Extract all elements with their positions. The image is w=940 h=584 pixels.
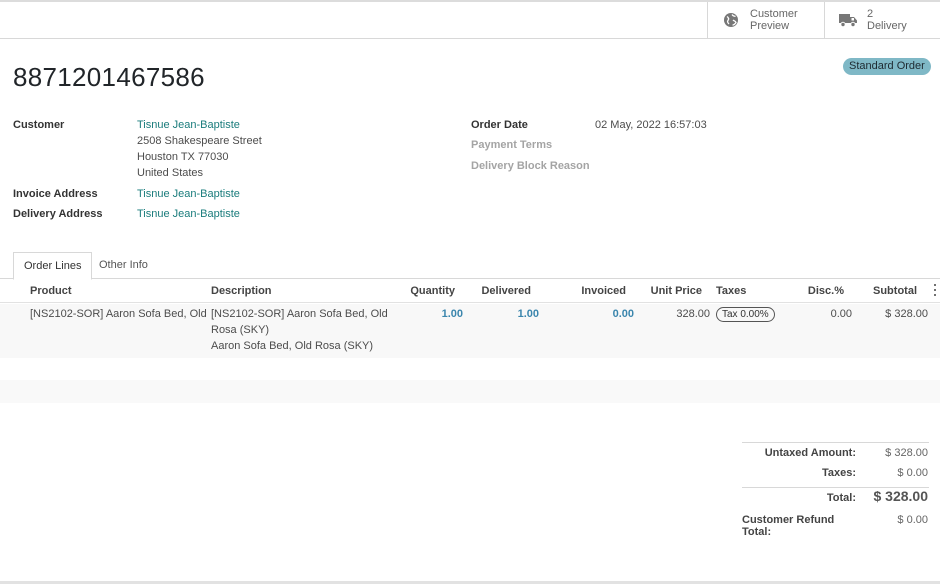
row-description-line1[interactable]: [NS2102-SOR] Aaron Sofa Bed, Old <box>211 306 388 322</box>
preview-label-line2: Preview <box>750 20 790 32</box>
row-delivered[interactable]: 1.00 <box>470 306 539 322</box>
taxes-label: Taxes: <box>821 467 856 479</box>
preview-label-line1: Customer <box>750 8 798 20</box>
globe-icon <box>721 10 741 30</box>
invoice-address-label: Invoice Address <box>13 188 98 200</box>
order-number: 8871201467586 <box>13 62 205 92</box>
delivery-address-label: Delivery Address <box>13 208 103 220</box>
row-unit-price[interactable]: 328.00 <box>640 306 710 322</box>
untaxed-amount-label: Untaxed Amount: <box>764 447 856 459</box>
delivery-count: 2 <box>867 8 874 20</box>
row-quantity[interactable]: 1.00 <box>400 306 463 322</box>
customer-refund-value: $ 0.00 <box>897 514 928 526</box>
order-date-value: 02 May, 2022 16:57:03 <box>595 119 707 131</box>
customer-preview-label: Customer Preview <box>750 8 798 32</box>
smart-button-bar: Customer Preview 2 Delivery <box>0 2 940 39</box>
col-product[interactable]: Product <box>30 285 72 297</box>
col-delivered[interactable]: Delivered <box>470 285 531 297</box>
column-options-icon[interactable] <box>933 284 937 296</box>
delivery-button[interactable]: 2 Delivery <box>824 2 940 38</box>
customer-label: Customer <box>13 119 65 131</box>
customer-preview-button[interactable]: Customer Preview <box>707 2 825 38</box>
order-date-label: Order Date <box>471 119 528 131</box>
row-product[interactable]: [NS2102-SOR] Aaron Sofa Bed, Old… <box>30 306 206 322</box>
tab-order-lines[interactable]: Order Lines <box>13 252 93 280</box>
customer-address-line3: United States <box>137 167 204 179</box>
total-value: $ 328.00 <box>873 488 929 504</box>
payment-terms-label: Payment Terms <box>471 139 553 151</box>
col-disc[interactable]: Disc.% <box>800 285 844 297</box>
invoice-address-link[interactable]: Tisnue Jean-Baptiste <box>137 188 240 200</box>
totals-top-border <box>742 442 929 443</box>
col-invoiced[interactable]: Invoiced <box>570 285 626 297</box>
order-type-badge: Standard Order <box>843 58 931 75</box>
taxes-value: $ 0.00 <box>897 467 928 479</box>
tab-other-info[interactable]: Other Info <box>89 252 158 280</box>
notebook-tabs: Order Lines Other Info <box>0 252 940 280</box>
customer-refund-label: Customer Refund Total: <box>742 514 835 538</box>
total-label: Total: <box>826 492 856 504</box>
col-subtotal[interactable]: Subtotal <box>860 285 917 297</box>
order-lines-header: Product Description Quantity Delivered I… <box>0 280 940 303</box>
customer-link[interactable]: Tisnue Jean-Baptiste <box>137 119 240 131</box>
delivery-block-reason-label: Delivery Block Reason <box>471 160 590 172</box>
delivery-text: Delivery <box>867 20 907 32</box>
row-subtotal: $ 328.00 <box>885 308 928 320</box>
row-disc[interactable]: 0.00 <box>800 306 852 322</box>
delivery-address-link[interactable]: Tisnue Jean-Baptiste <box>137 208 240 220</box>
col-unit-price[interactable]: Unit Price <box>640 285 702 297</box>
row-description-line3[interactable]: Aaron Sofa Bed, Old Rosa (SKY) <box>211 338 373 354</box>
row-invoiced[interactable]: 0.00 <box>570 306 634 322</box>
col-description[interactable]: Description <box>211 285 272 297</box>
empty-row <box>0 380 940 403</box>
untaxed-amount-value: $ 328.00 <box>885 447 928 459</box>
customer-address-line1: 2508 Shakespeare Street <box>137 135 262 147</box>
row-tax-tag[interactable]: Tax 0.00% <box>716 307 775 322</box>
delivery-label: 2 Delivery <box>867 8 907 32</box>
customer-address-line2: Houston TX 77030 <box>137 151 229 163</box>
col-taxes[interactable]: Taxes <box>716 285 746 297</box>
row-description-line2[interactable]: Rosa (SKY) <box>211 322 269 338</box>
truck-icon <box>838 10 858 30</box>
col-quantity[interactable]: Quantity <box>400 285 455 297</box>
